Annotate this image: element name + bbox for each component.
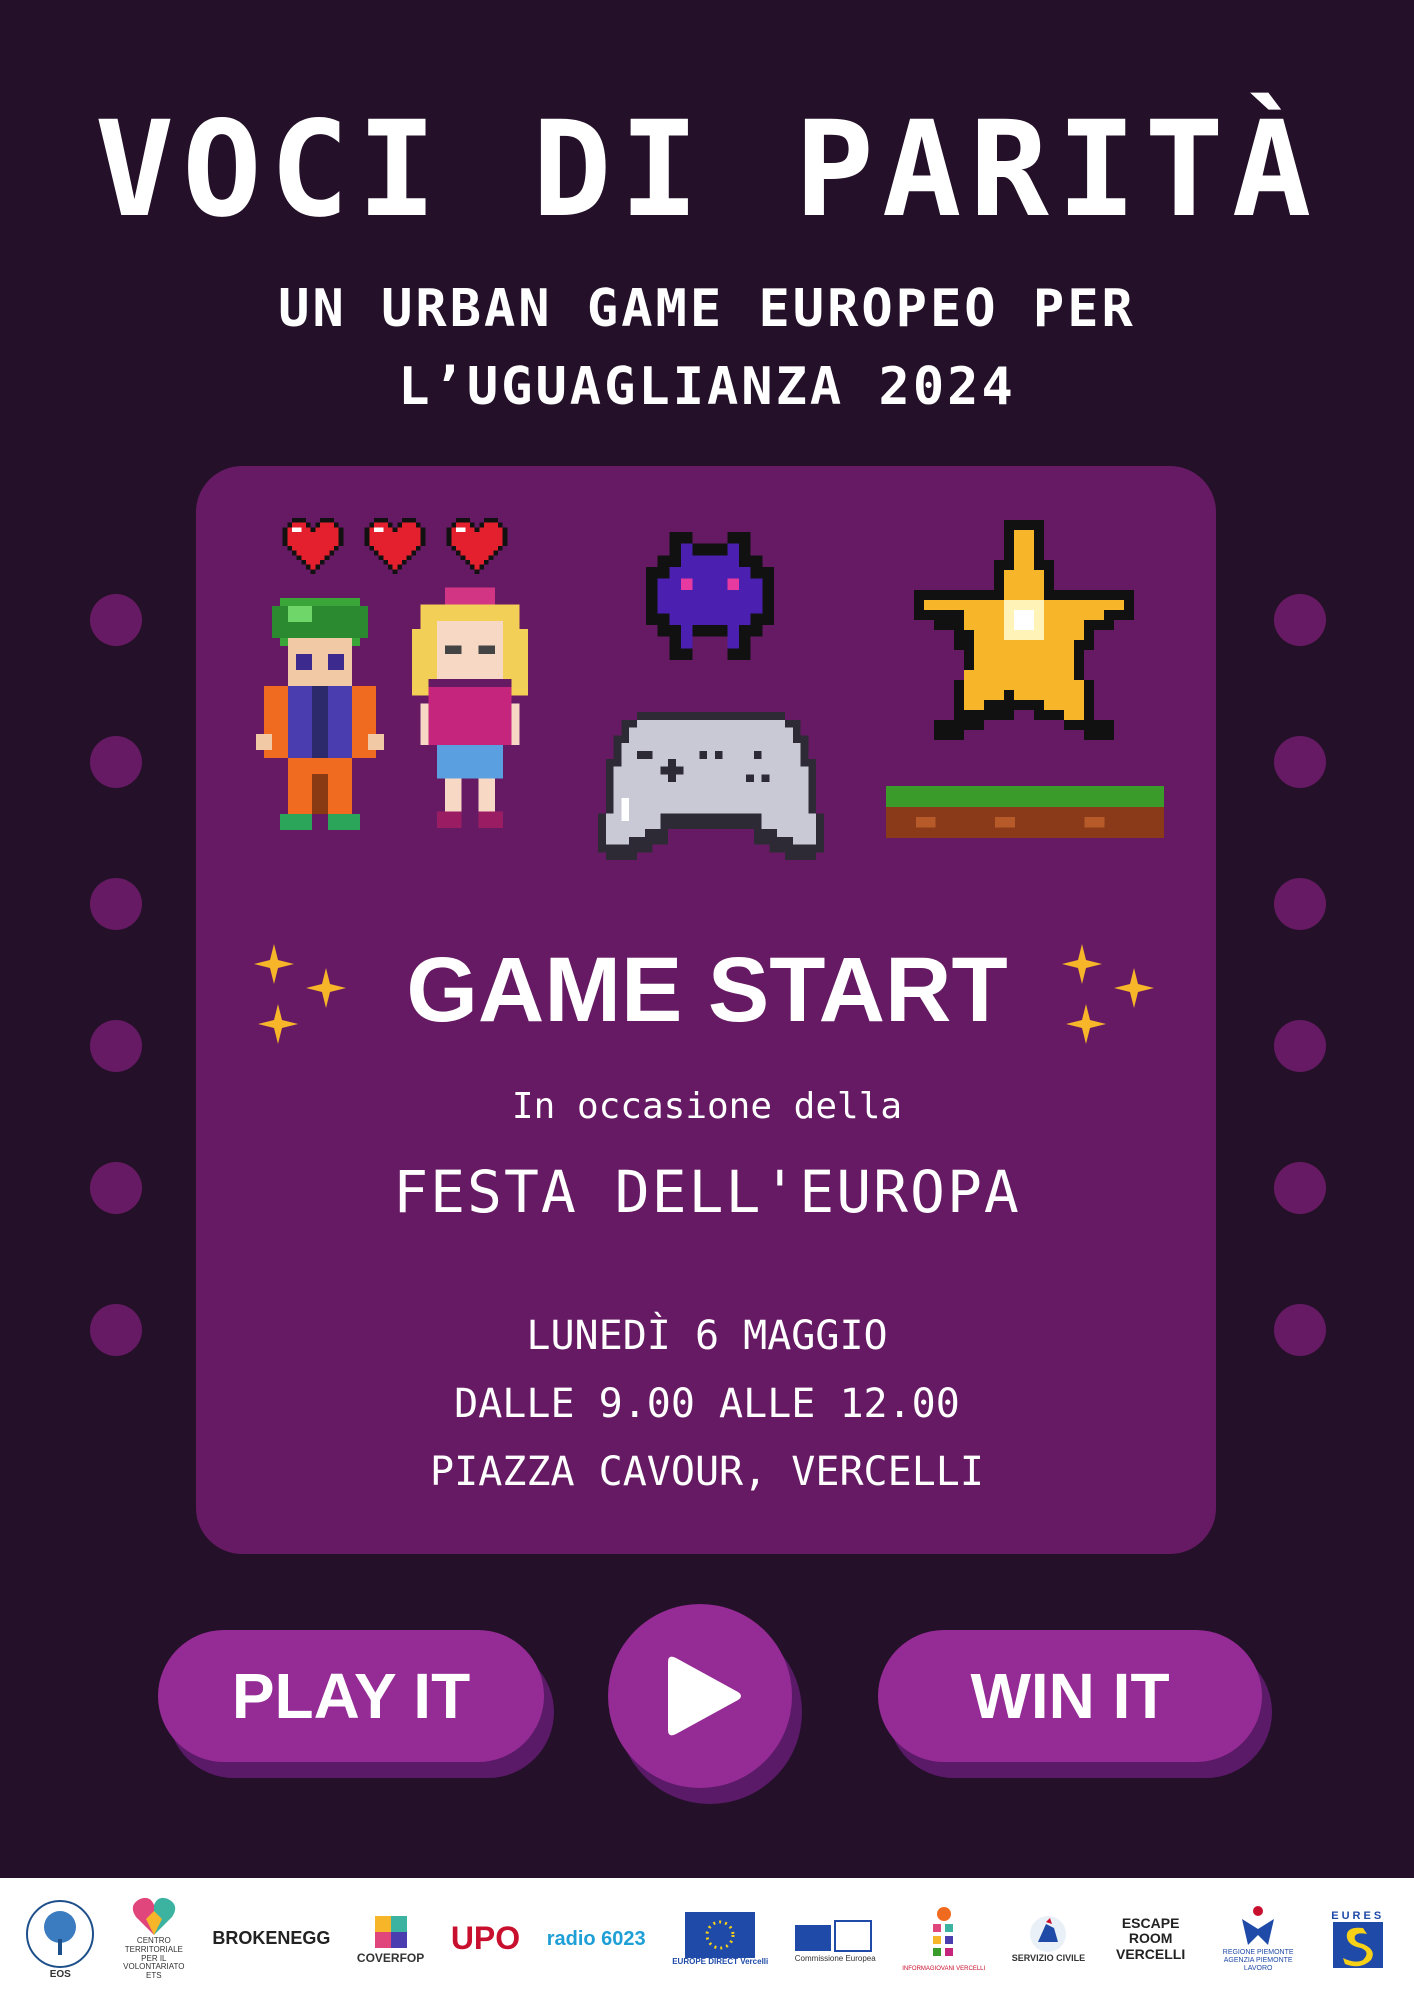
hearts-row: [282, 518, 508, 574]
eu-flag-icon: [685, 1911, 756, 1958]
side-dot: [1274, 878, 1326, 930]
figure-logo-icon: [1242, 1906, 1275, 1946]
side-dot: [90, 594, 142, 646]
play-it-button[interactable]: PLAY IT: [158, 1630, 544, 1762]
tree-icon: [26, 1899, 95, 1968]
side-dot: [1274, 594, 1326, 646]
subtitle-line-1: UN URBAN GAME EUROPEO PER: [278, 279, 1136, 339]
cube-logo-icon: [374, 1916, 407, 1949]
pixel-heart-icon: [364, 518, 426, 574]
logo-escape-room: ESCAPE ROOM VERCELLI: [1116, 1914, 1186, 1962]
pixel-heart-icon: [446, 518, 508, 574]
event-time: DALLE 9.00 ALLE 12.00: [454, 1381, 960, 1427]
subtitle-line-2: L’UGUAGLIANZA 2024: [398, 357, 1016, 417]
event-details: LUNEDÌ 6 MAGGIO DALLE 9.00 ALLE 12.00 PI…: [0, 1302, 1414, 1506]
pixel-girl-sprite: [412, 587, 528, 828]
play-button[interactable]: [608, 1604, 792, 1788]
grass-platform-sprite: [886, 786, 1164, 838]
logo-csv: CENTRO TERRITORIALE PER IL VOLONTARIATO …: [122, 1889, 186, 1989]
pixel-boy-sprite: [256, 598, 384, 830]
logo-coverfop: COVERFOP: [357, 1889, 424, 1989]
logo-eos: EOS: [25, 1889, 95, 1989]
event-place: PIAZZA CAVOUR, VERCELLI: [430, 1449, 984, 1495]
pixel-heart-icon: [282, 518, 344, 574]
pixel-star-sprite: [914, 520, 1134, 740]
event-name: FESTA DELL'EUROPA: [393, 1158, 1021, 1226]
logo-europe-direct: EUROPE DIRECT Vercelli: [672, 1889, 768, 1989]
logo-brokenegg: BROKENEGG: [212, 1928, 331, 1949]
logo-upo: UPO: [450, 1920, 521, 1957]
space-invader-sprite: [646, 532, 774, 660]
play-triangle-icon: [668, 1656, 741, 1736]
side-dot: [90, 736, 142, 788]
logo-informagiovani: INFORMAGIOVANI VERCELLI: [902, 1889, 985, 1989]
gamepad-sprite: [598, 712, 824, 861]
logo-eures: EURES: [1327, 1889, 1389, 1989]
logo-servizio-civile: SERVIZIO CIVILE: [1012, 1889, 1085, 1989]
eures-s-icon: [1332, 1922, 1383, 1969]
logo-commissione-europea: Commissione Europea: [795, 1889, 876, 1989]
sponsor-footer: EOS CENTRO TERRITORIALE PER IL VOLONTARI…: [0, 1878, 1414, 2000]
side-dot: [90, 878, 142, 930]
event-date: LUNEDÌ 6 MAGGIO: [526, 1313, 888, 1359]
page-subtitle: UN URBAN GAME EUROPEO PER L’UGUAGLIANZA …: [0, 270, 1414, 426]
logo-radio-6023: radio 6023: [546, 1928, 646, 1950]
ec-building-icon: [795, 1919, 873, 1952]
dots-logo-icon: [932, 1906, 953, 1956]
game-start-heading: GAME START: [406, 939, 1008, 1041]
side-dot: [1274, 736, 1326, 788]
logo-regione-piemonte: REGIONE PIEMONTE AGENZIA PIEMONTE LAVORO: [1216, 1889, 1300, 1989]
rooster-icon: [1030, 1916, 1067, 1953]
heart-logo-icon: [132, 1897, 176, 1935]
occasion-text: In occasione della: [511, 1086, 903, 1127]
win-it-button[interactable]: WIN IT: [878, 1630, 1262, 1762]
page-title: VOCI DI PARITÀ: [94, 93, 1320, 247]
